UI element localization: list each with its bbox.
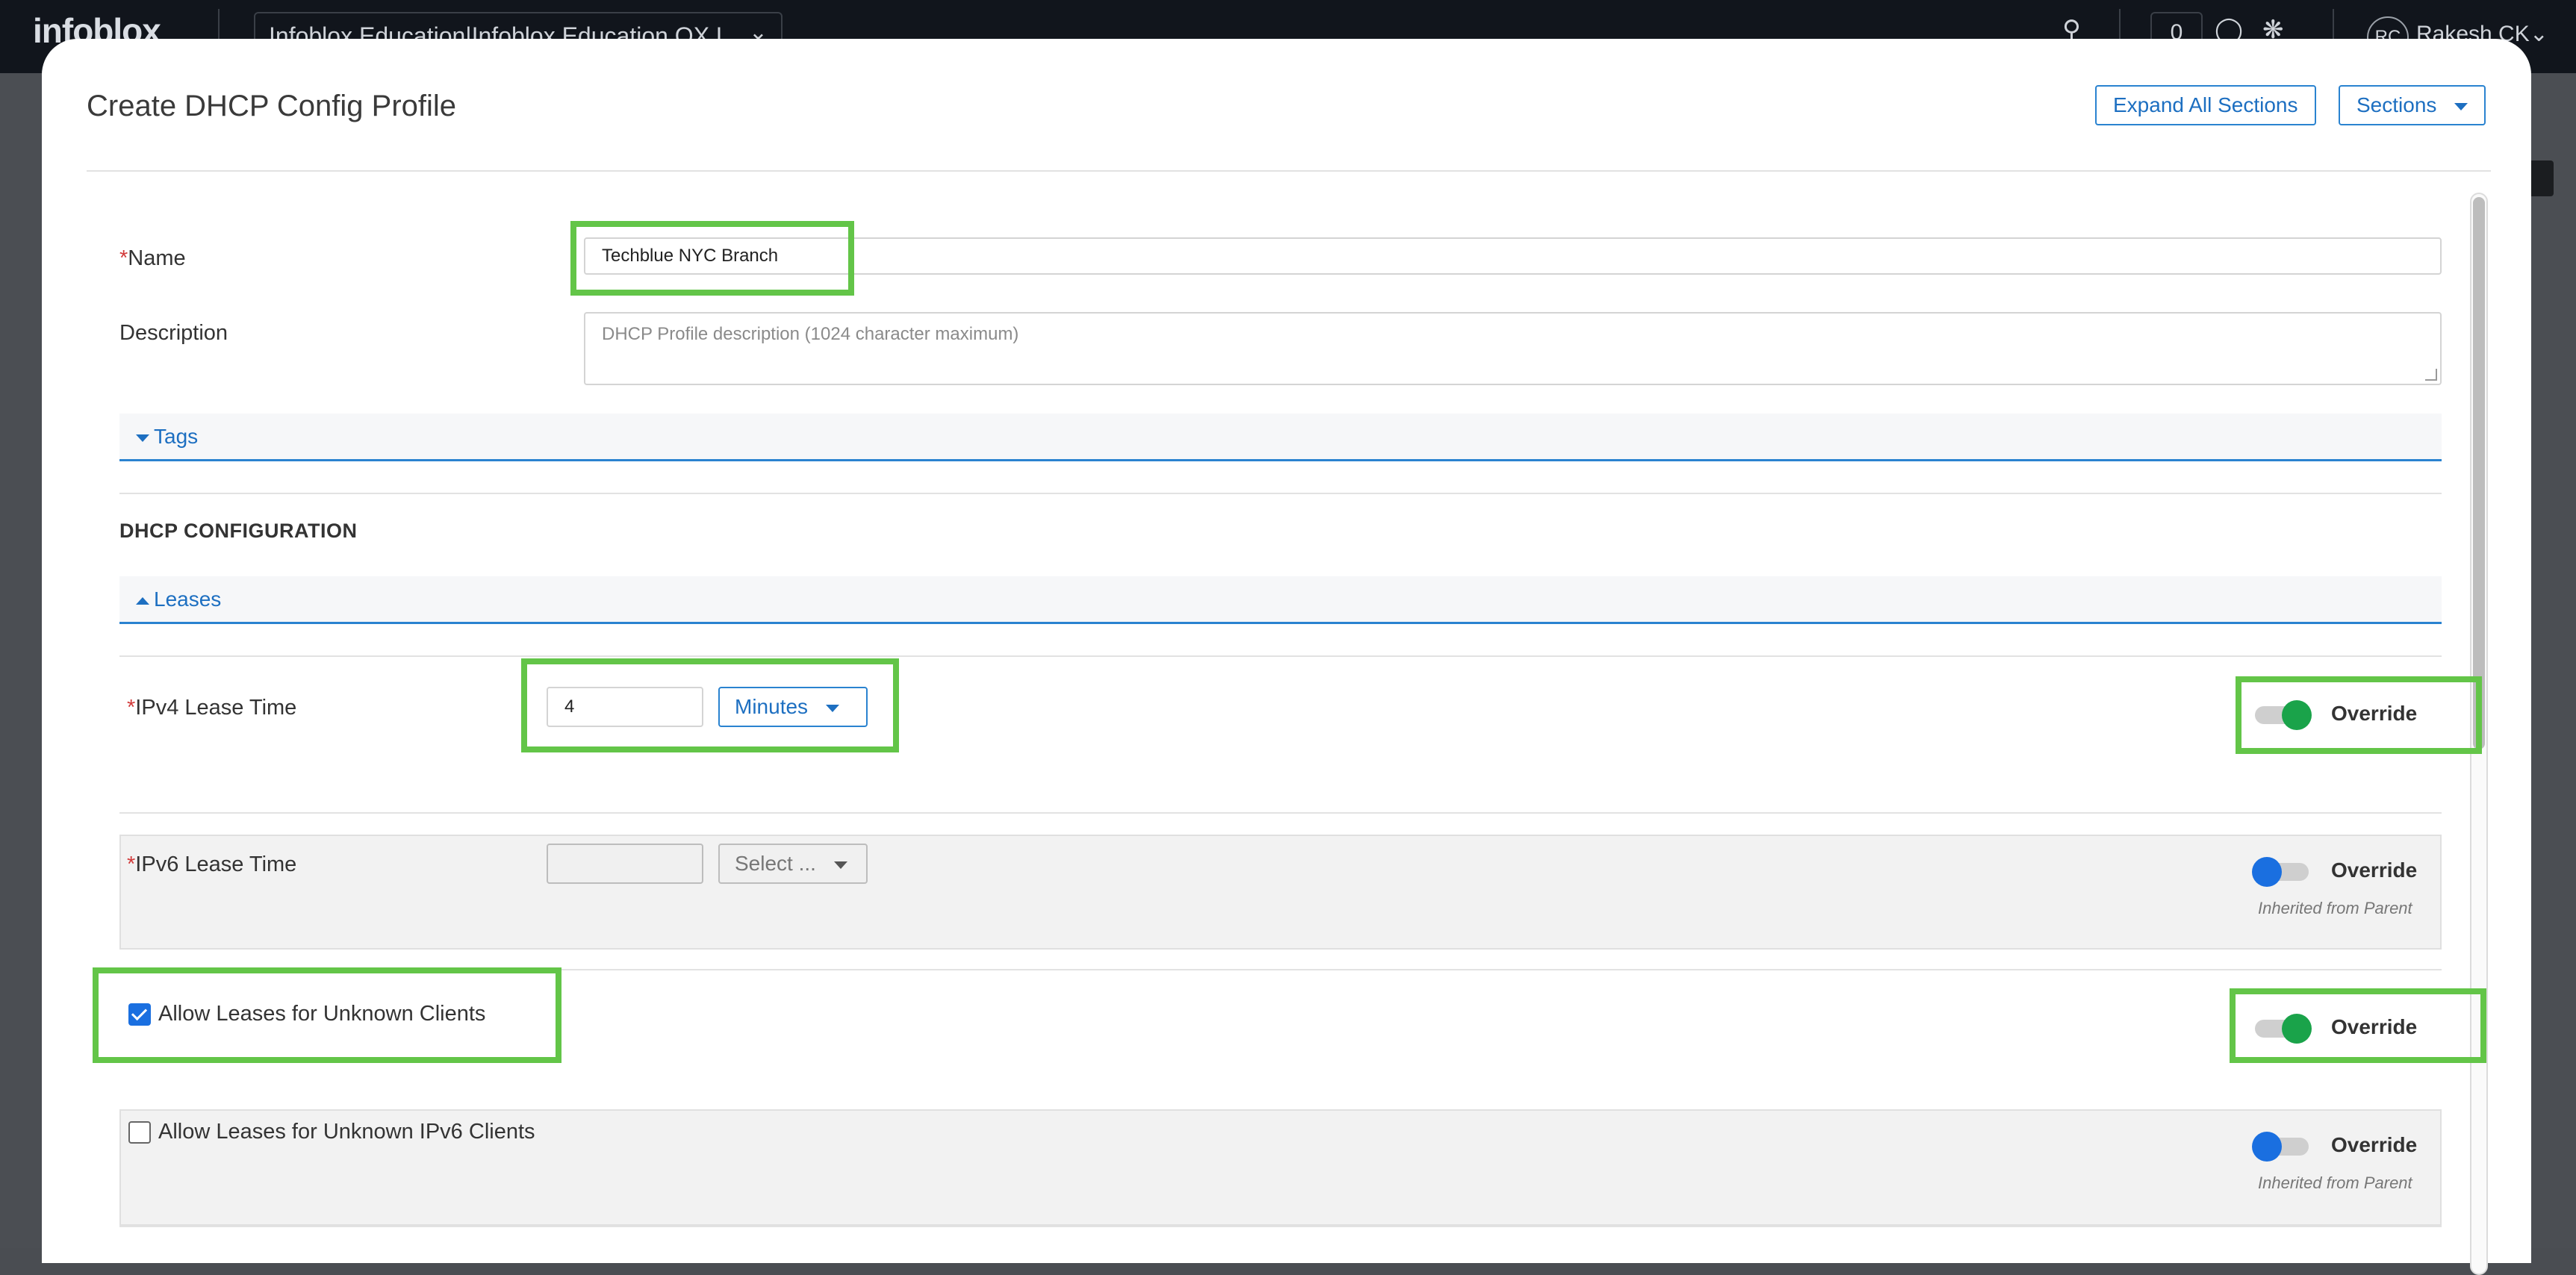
divider bbox=[119, 493, 2442, 494]
description-field[interactable]: DHCP Profile description (1024 character… bbox=[584, 312, 2442, 385]
caret-down-icon bbox=[2454, 102, 2468, 110]
divider bbox=[119, 969, 2442, 970]
unknown-ipv6-override-toggle[interactable] bbox=[2252, 1132, 2309, 1162]
ipv4-lease-unit-select[interactable]: Minutes bbox=[718, 687, 868, 727]
unknown-clients-checkbox[interactable] bbox=[128, 1003, 151, 1026]
unknown-ipv6-clients-label: Allow Leases for Unknown IPv6 Clients bbox=[158, 1120, 535, 1144]
ipv6-lease-time-row bbox=[119, 835, 2442, 950]
description-placeholder: DHCP Profile description (1024 character… bbox=[602, 324, 1019, 344]
modal-title: Create DHCP Config Profile bbox=[87, 90, 457, 122]
unknown-ipv6-inherited-note: Inherited from Parent bbox=[2258, 1173, 2412, 1192]
ipv6-lease-time-label: *IPv6 Lease Time bbox=[127, 852, 297, 876]
unknown-ipv6-override-label: Override bbox=[2331, 1133, 2418, 1156]
ipv4-lease-unit-label: Minutes bbox=[735, 695, 809, 718]
resize-handle[interactable] bbox=[2425, 369, 2437, 381]
description-label: Description bbox=[119, 321, 228, 345]
unknown-ipv6-clients-checkbox[interactable] bbox=[128, 1121, 151, 1144]
ipv6-override-label: Override bbox=[2331, 858, 2418, 882]
leases-section-toggle[interactable]: Leases bbox=[119, 576, 2442, 624]
modal-scrollbar-thumb[interactable] bbox=[2473, 197, 2485, 749]
expand-all-sections-button[interactable]: Expand All Sections bbox=[2095, 85, 2316, 125]
ipv4-lease-time-label: *IPv4 Lease Time bbox=[127, 696, 297, 720]
ipv4-override-label: Override bbox=[2331, 702, 2418, 725]
caret-down-icon bbox=[136, 434, 149, 442]
divider bbox=[119, 812, 2442, 814]
toggle-knob bbox=[2282, 1014, 2312, 1044]
ipv4-override-toggle[interactable] bbox=[2255, 700, 2312, 730]
divider bbox=[119, 655, 2442, 657]
toggle-knob bbox=[2252, 1132, 2282, 1162]
ipv6-override-toggle[interactable] bbox=[2252, 857, 2309, 887]
divider bbox=[119, 1226, 2442, 1227]
ipv6-lease-time-input[interactable] bbox=[547, 844, 703, 884]
unknown-clients-label: Allow Leases for Unknown Clients bbox=[158, 1002, 486, 1026]
expand-all-sections-label: Expand All Sections bbox=[2113, 93, 2298, 116]
dhcp-configuration-heading: DHCP CONFIGURATION bbox=[119, 520, 358, 542]
unknown-clients-override-toggle[interactable] bbox=[2255, 1014, 2312, 1044]
divider bbox=[87, 170, 2491, 172]
sections-label: Sections bbox=[2356, 93, 2437, 116]
toggle-knob bbox=[2282, 700, 2312, 730]
name-label: *Name bbox=[119, 246, 186, 270]
create-dhcp-config-profile-modal: Create DHCP Config Profile Expand All Se… bbox=[42, 39, 2531, 1275]
ipv4-lease-time-input[interactable]: 4 bbox=[547, 687, 703, 727]
caret-down-icon bbox=[826, 704, 840, 712]
unknown-clients-override-label: Override bbox=[2331, 1015, 2418, 1038]
tags-section-toggle[interactable]: Tags bbox=[119, 414, 2442, 461]
ipv6-lease-unit-select[interactable]: Select ... bbox=[718, 844, 868, 884]
name-input[interactable]: Techblue NYC Branch bbox=[584, 237, 2442, 275]
tags-label: Tags bbox=[154, 425, 199, 448]
sections-dropdown[interactable]: Sections bbox=[2339, 85, 2486, 125]
leases-label: Leases bbox=[154, 587, 222, 611]
caret-down-icon bbox=[833, 861, 847, 869]
toggle-knob bbox=[2252, 857, 2282, 887]
ipv6-lease-unit-label: Select ... bbox=[735, 852, 816, 875]
ipv6-inherited-note: Inherited from Parent bbox=[2258, 899, 2412, 917]
caret-up-icon bbox=[136, 596, 149, 605]
